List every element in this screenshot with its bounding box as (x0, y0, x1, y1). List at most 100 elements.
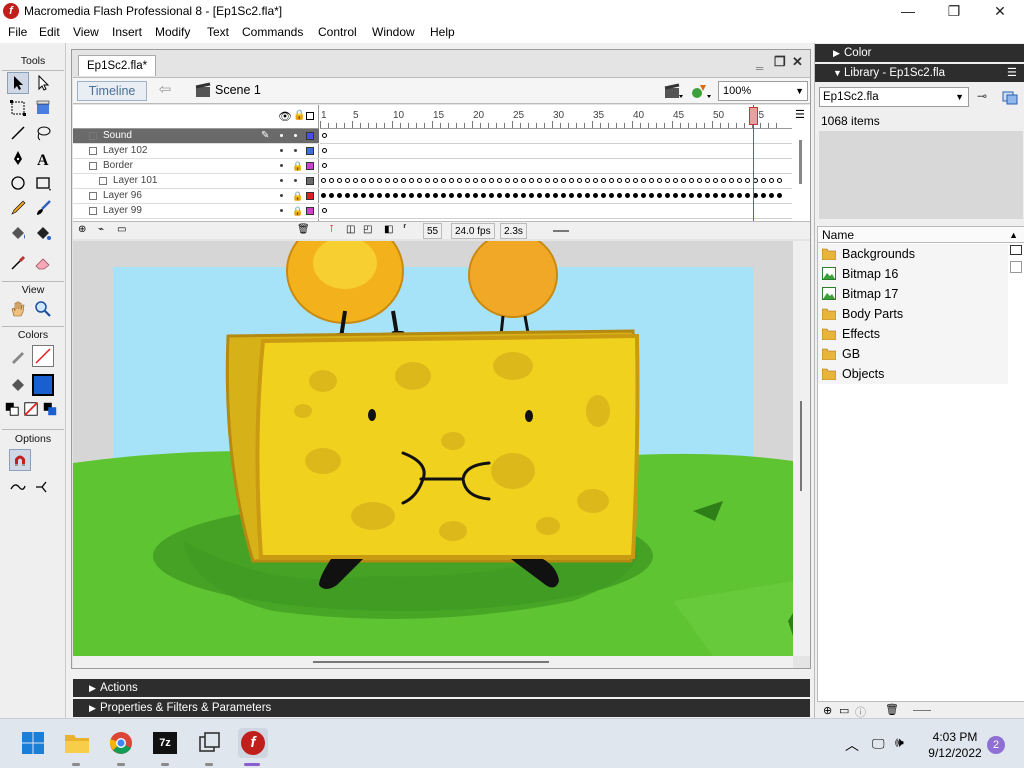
menu-help[interactable]: Help (430, 25, 455, 39)
keyframe-empty[interactable] (737, 178, 742, 183)
keyframe[interactable] (521, 193, 526, 198)
back-arrow-icon[interactable]: ⇦ (153, 81, 177, 101)
fill-color-tool[interactable] (7, 374, 29, 396)
keyframe-empty[interactable] (633, 178, 638, 183)
keyframe[interactable] (657, 193, 662, 198)
keyframe-empty[interactable] (329, 178, 334, 183)
frame-row[interactable] (320, 129, 792, 144)
menu-window[interactable]: Window (372, 25, 415, 39)
layer-outline-color[interactable] (306, 162, 314, 170)
keyframe[interactable] (441, 193, 446, 198)
layer-outline-color[interactable] (306, 207, 314, 215)
maximize-button[interactable]: ❐ (931, 0, 977, 22)
keyframe[interactable] (697, 193, 702, 198)
library-document-select[interactable]: Ep1Sc2.fla ▼ (819, 87, 969, 107)
visibility-dot[interactable] (280, 209, 283, 212)
clock[interactable]: 4:03 PM 9/12/2022 (920, 729, 990, 761)
keyframe-empty[interactable] (361, 178, 366, 183)
keyframe[interactable] (585, 193, 590, 198)
keyframe[interactable] (529, 193, 534, 198)
frame-ruler[interactable]: 1 5 10 15 20 25 30 35 40 45 50 55 (320, 105, 792, 129)
keyframe-empty[interactable] (673, 178, 678, 183)
library-panel-header[interactable]: ▼ Library - Ep1Sc2.fla ☰ (815, 64, 1024, 82)
keyframe[interactable] (689, 193, 694, 198)
frame-row[interactable] (320, 189, 792, 204)
keyframe[interactable] (769, 193, 774, 198)
frame-row[interactable] (320, 159, 792, 174)
notification-badge[interactable]: 2 (987, 736, 1005, 754)
keyframe[interactable] (761, 193, 766, 198)
keyframe[interactable] (617, 193, 622, 198)
doc-close-button[interactable]: ✕ (792, 54, 803, 70)
keyframe-empty[interactable] (665, 178, 670, 183)
layer-row[interactable]: Layer 96 🔒 (73, 189, 319, 204)
keyframe[interactable] (465, 193, 470, 198)
pin-library-icon[interactable]: ⊸ (977, 89, 995, 105)
keyframe-empty[interactable] (697, 178, 702, 183)
keyframe[interactable] (745, 193, 750, 198)
keyframe-empty[interactable] (353, 178, 358, 183)
layer-row[interactable]: Layer 99 🔒 (73, 204, 319, 219)
keyframe-empty[interactable] (721, 178, 726, 183)
keyframe-empty[interactable] (609, 178, 614, 183)
selection-tool[interactable] (7, 72, 29, 94)
keyframe-empty[interactable] (577, 178, 582, 183)
lock-dot[interactable] (294, 134, 297, 137)
keyframe[interactable] (577, 193, 582, 198)
menu-modify[interactable]: Modify (155, 25, 190, 39)
document-tab[interactable]: Ep1Sc2.fla* (78, 55, 157, 76)
keyframe-empty[interactable] (657, 178, 662, 183)
network-icon[interactable]: 🖵 (872, 736, 885, 752)
insert-layer-icon[interactable]: ⊕ (78, 224, 86, 235)
keyframe[interactable] (705, 193, 710, 198)
keyframe[interactable] (393, 193, 398, 198)
keyframe[interactable] (777, 193, 782, 198)
eye-icon[interactable]: 👁 (278, 110, 292, 123)
keyframe-empty[interactable] (713, 178, 718, 183)
zoom-select[interactable]: 100% ▼ (718, 81, 808, 101)
visibility-dot[interactable] (280, 149, 283, 152)
menu-file[interactable]: File (8, 25, 27, 39)
keyframe[interactable] (377, 193, 382, 198)
timeline-vertical-scrollbar[interactable] (794, 130, 808, 220)
keyframe[interactable] (329, 193, 334, 198)
keyframe-empty[interactable] (417, 178, 422, 183)
edit-multiple-frames-icon[interactable]: ◧ (384, 224, 393, 235)
trash-icon[interactable]: 🗑 (297, 224, 310, 235)
layer-row[interactable]: Border 🔒 (73, 159, 319, 174)
layer-outline-color[interactable] (306, 192, 314, 200)
close-button[interactable]: ✕ (977, 0, 1023, 22)
insert-folder-icon[interactable]: ▭ (117, 224, 126, 235)
paint-bucket-tool[interactable] (32, 222, 54, 244)
keyframe[interactable] (401, 193, 406, 198)
edit-scene-icon[interactable] (663, 81, 683, 101)
keyframe[interactable] (593, 193, 598, 198)
sort-icon[interactable]: ▲ (1009, 227, 1018, 243)
keyframe[interactable] (681, 193, 686, 198)
keyframe[interactable] (497, 193, 502, 198)
keyframe-empty[interactable] (489, 178, 494, 183)
keyframe[interactable] (545, 193, 550, 198)
keyframe[interactable] (609, 193, 614, 198)
keyframe[interactable] (425, 193, 430, 198)
center-frame-icon[interactable]: ⊺ (329, 224, 334, 235)
doc-restore-button[interactable]: ❐ (774, 54, 786, 70)
keyframe[interactable] (489, 193, 494, 198)
keyframe-empty[interactable] (441, 178, 446, 183)
keyframe-empty[interactable] (409, 178, 414, 183)
menu-insert[interactable]: Insert (112, 25, 142, 39)
keyframe-empty[interactable] (521, 178, 526, 183)
keyframe[interactable] (569, 193, 574, 198)
wide-state-icon[interactable] (1010, 261, 1022, 273)
keyframe[interactable] (369, 193, 374, 198)
keyframe-empty[interactable] (625, 178, 630, 183)
panel-menu-icon[interactable]: ☰ (1007, 64, 1017, 82)
keyframe-empty[interactable] (337, 178, 342, 183)
menu-control[interactable]: Control (318, 25, 357, 39)
keyframe-empty[interactable] (465, 178, 470, 183)
snap-to-objects-button[interactable] (9, 449, 31, 471)
keyframe-empty[interactable] (593, 178, 598, 183)
layer-row[interactable]: Layer 101 (73, 174, 319, 189)
flash-icon[interactable]: f (238, 728, 268, 758)
keyframe-empty[interactable] (457, 178, 462, 183)
